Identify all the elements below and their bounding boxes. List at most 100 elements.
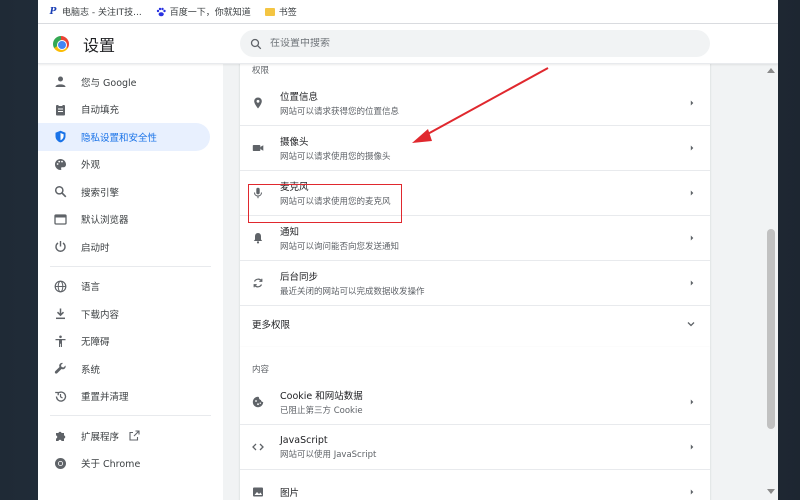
- content-subtitle: 已阻止第三方 Cookie: [280, 405, 363, 416]
- image-icon: [253, 487, 263, 497]
- microphone-icon: [253, 187, 263, 199]
- permission-row-background-sync[interactable]: 后台同步 最近关闭的网站可以完成数据收发操作: [240, 260, 710, 305]
- content-title: 图片: [280, 488, 300, 499]
- search-icon: [54, 186, 67, 198]
- bookmark-item[interactable]: 百度一下，你就知道: [156, 5, 251, 18]
- download-icon: [56, 308, 65, 320]
- bookmark-label: 书签: [278, 8, 297, 18]
- content-subtitle: 网站可以使用 JavaScript: [280, 449, 377, 460]
- sidebar-item-reset-cleanup[interactable]: 重置并清理: [38, 383, 210, 411]
- permission-row-camera[interactable]: 摄像头 网站可以请求使用您的摄像头: [240, 125, 710, 170]
- content-row-javascript[interactable]: JavaScript 网站可以使用 JavaScript: [240, 424, 710, 469]
- sidebar-item-search-engine[interactable]: 搜索引擎: [38, 178, 210, 206]
- bookmark-folder[interactable]: 书签: [264, 5, 297, 18]
- chevron-right-icon: [690, 145, 694, 151]
- bookmarks-bar: P 电脑志 - 关注IT技... 百度一下，你就知道 书签: [38, 0, 778, 24]
- wrench-icon: [54, 363, 66, 374]
- open-in-new-icon: [129, 430, 140, 441]
- sidebar-item-privacy-security[interactable]: 隐私设置和安全性: [38, 123, 210, 151]
- history-icon: [55, 391, 67, 402]
- sidebar-item-downloads[interactable]: 下载内容: [38, 300, 210, 328]
- sidebar-item-accessibility[interactable]: 无障碍: [38, 328, 210, 356]
- sidebar-item-you-and-google[interactable]: 您与 Google: [38, 68, 210, 96]
- sidebar-item-default-browser[interactable]: 默认浏览器: [38, 206, 210, 234]
- content-row-cookies[interactable]: Cookie 和网站数据 已阻止第三方 Cookie: [240, 379, 710, 424]
- folder-icon: [264, 7, 275, 16]
- browser-window: P 电脑志 - 关注IT技... 百度一下，你就知道 书签 设置 您与 Goog…: [38, 0, 778, 500]
- settings-content: 权限 位置信息 网站可以请求获得您的位置信息 摄像头 网站可以请求使用您的摄像头: [223, 64, 778, 500]
- puzzle-icon: [56, 431, 66, 442]
- more-permissions-toggle[interactable]: 更多权限: [240, 305, 710, 341]
- search-input[interactable]: [270, 38, 670, 49]
- sidebar-item-label: 自动填充: [81, 105, 120, 117]
- chrome-logo-icon: [53, 35, 69, 52]
- content-title: Cookie 和网站数据: [280, 390, 363, 402]
- search-icon: [250, 38, 262, 49]
- scroll-up-arrow-icon[interactable]: [767, 68, 775, 73]
- permission-subtitle: 最近关闭的网站可以完成数据收发操作: [280, 287, 425, 297]
- scrollbar[interactable]: [764, 64, 778, 500]
- sidebar-item-label: 启动时: [81, 242, 110, 254]
- sidebar-divider: [50, 265, 211, 267]
- permission-row-location[interactable]: 位置信息 网站可以请求获得您的位置信息: [240, 80, 710, 125]
- sidebar-item-label: 扩展程序: [81, 431, 120, 443]
- clipboard-icon: [56, 103, 65, 116]
- permission-row-notifications[interactable]: 通知 网站可以询问能否向您发送通知: [240, 215, 710, 260]
- sidebar-item-label: 语言: [81, 282, 101, 294]
- permission-title: 通知: [280, 227, 300, 238]
- sidebar-item-label: 默认浏览器: [81, 215, 129, 227]
- sidebar-item-extensions[interactable]: 扩展程序: [38, 422, 210, 450]
- chevron-right-icon: [690, 235, 694, 241]
- permission-title: 位置信息: [280, 91, 319, 103]
- power-icon: [55, 241, 66, 253]
- sidebar-item-label: 系统: [81, 364, 101, 376]
- page-title: 设置: [83, 35, 116, 55]
- sidebar-item-label: 关于 Chrome: [81, 459, 141, 471]
- permission-title: 麦克风: [280, 182, 309, 193]
- scroll-down-arrow-icon[interactable]: [767, 489, 775, 494]
- sidebar-item-about-chrome[interactable]: 关于 Chrome: [38, 450, 210, 478]
- sidebar-item-label: 下载内容: [81, 309, 120, 321]
- chevron-right-icon: [690, 444, 694, 450]
- sidebar-item-label: 搜索引擎: [81, 187, 120, 199]
- bookmark-label: 百度一下，你就知道: [169, 8, 251, 18]
- pinterest-icon: P: [49, 6, 57, 17]
- content-title: JavaScript: [280, 434, 328, 446]
- person-icon: [55, 76, 66, 88]
- sidebar: 您与 Google 自动填充 隐私设置和安全性 外观 搜索引擎 默认浏览器 启动…: [38, 64, 223, 500]
- permission-subtitle: 网站可以询问能否向您发送通知: [280, 242, 400, 252]
- permission-subtitle: 网站可以请求使用您的麦克风: [280, 197, 391, 207]
- sidebar-item-label: 隐私设置和安全性: [81, 132, 158, 144]
- content-row-images[interactable]: 图片: [240, 469, 710, 500]
- sidebar-item-autofill[interactable]: 自动填充: [38, 96, 210, 124]
- sync-icon: [253, 278, 263, 288]
- sidebar-item-on-startup[interactable]: 启动时: [38, 233, 210, 261]
- bookmark-label: 电脑志 - 关注IT技...: [62, 8, 142, 18]
- chevron-down-icon: [687, 321, 695, 326]
- globe-icon: [54, 280, 67, 293]
- sidebar-item-languages[interactable]: 语言: [38, 273, 210, 301]
- accessibility-icon: [55, 335, 66, 347]
- shield-icon: [55, 131, 66, 143]
- palette-icon: [55, 158, 66, 170]
- section-label-permissions: 权限: [252, 66, 270, 76]
- sidebar-item-label: 重置并清理: [81, 392, 129, 404]
- chevron-right-icon: [690, 100, 694, 105]
- bookmark-item[interactable]: P 电脑志 - 关注IT技...: [48, 5, 142, 19]
- sidebar-item-appearance[interactable]: 外观: [38, 151, 210, 179]
- baidu-paw-icon: [156, 7, 166, 17]
- permission-title: 摄像头: [280, 137, 309, 148]
- permission-row-microphone[interactable]: 麦克风 网站可以请求使用您的麦克风: [240, 170, 710, 215]
- search-box[interactable]: [240, 30, 710, 57]
- chrome-icon: [55, 457, 66, 469]
- permission-subtitle: 网站可以请求使用您的摄像头: [280, 152, 391, 162]
- bell-icon: [253, 233, 263, 244]
- content-card: 内容 Cookie 和网站数据 已阻止第三方 Cookie JavaScript…: [240, 347, 710, 500]
- section-label-content: 内容: [252, 365, 270, 375]
- chevron-right-icon: [690, 190, 694, 196]
- sidebar-item-system[interactable]: 系统: [38, 355, 210, 383]
- sidebar-item-label: 无障碍: [81, 337, 110, 349]
- browser-window-icon: [54, 214, 67, 225]
- permission-title: 后台同步: [280, 272, 319, 283]
- scrollbar-thumb[interactable]: [767, 229, 775, 429]
